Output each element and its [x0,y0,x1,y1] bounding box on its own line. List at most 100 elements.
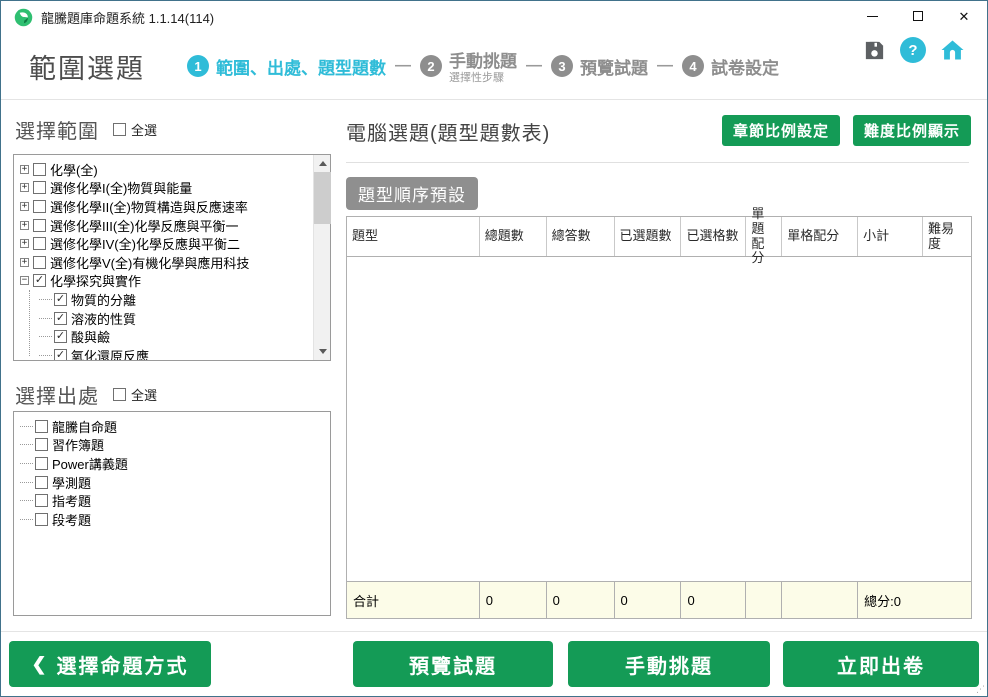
source-select-all-checkbox[interactable] [113,388,126,401]
list-item[interactable]: 龍騰自命題 [20,417,330,436]
tree-item[interactable]: + 化學(全) [20,160,330,179]
expand-minus-icon[interactable]: − [20,276,29,285]
column-header: 題型 [347,217,480,256]
list-checkbox[interactable] [35,494,48,507]
source-list: 龍騰自命題 習作簿題 Power講義題 學測題 指考題 段考題 [14,412,330,615]
tree-checkbox[interactable] [33,274,46,287]
tree-item-label: 化學探究與實作 [50,271,141,290]
tree-checkbox[interactable] [54,330,67,343]
tree-item[interactable]: +選修化學II(全)物質構造與反應速率 [20,197,330,216]
maximize-button[interactable] [895,1,941,31]
tree-checkbox[interactable] [33,181,46,194]
list-checkbox[interactable] [35,457,48,470]
help-glyph: ? [908,42,917,59]
step-dash: — [657,57,673,75]
minimize-button[interactable] [849,1,895,31]
tree-item[interactable]: 溶液的性質 [39,309,330,328]
step-1-circle: 1 [187,55,209,77]
tree-item-label: 物質的分離 [71,290,136,309]
expand-plus-icon[interactable]: + [20,183,29,192]
list-item[interactable]: Power講義題 [20,454,330,473]
step-1: 1 範圍、出處、題型題數 [187,54,386,79]
list-item[interactable]: 段考題 [20,510,330,529]
step-2: 2 手動挑題 選擇性步驟 [420,47,517,84]
generate-exam-button[interactable]: 立即出卷 [783,641,979,687]
tree-item-label: 選修化學III(全)化學反應與平衡一 [50,216,239,235]
step-4-label: 試卷設定 [711,54,779,79]
tree-checkbox[interactable] [54,293,67,306]
list-item[interactable]: 指考題 [20,491,330,510]
step-3-circle: 3 [551,55,573,77]
expand-plus-icon[interactable]: + [20,202,29,211]
difficulty-ratio-button[interactable]: 難度比例顯示 [853,115,971,146]
list-item-label: 龍騰自命題 [52,417,117,436]
manual-pick-button[interactable]: 手動挑題 [568,641,770,687]
tree-item-label: 化學(全) [50,160,98,179]
question-type-order-preset-button[interactable]: 題型順序預設 [346,177,478,210]
tree-checkbox[interactable] [33,163,46,176]
resize-grip[interactable]: ⋰ [976,685,984,693]
list-checkbox[interactable] [35,476,48,489]
range-section-title: 選擇範圍 [15,115,99,144]
tree-checkbox[interactable] [54,312,67,325]
range-select-all[interactable]: 全選 [113,120,157,139]
list-connector [20,463,33,464]
list-item[interactable]: 學測題 [20,473,330,492]
home-icon[interactable] [940,38,965,62]
help-icon[interactable]: ? [900,37,926,63]
maximize-icon [913,11,923,21]
list-checkbox[interactable] [35,438,48,451]
list-connector [20,426,33,427]
list-connector [20,500,33,501]
tree-item[interactable]: 氧化還原反應 [39,346,330,360]
scroll-up-icon[interactable] [314,155,331,172]
tree-checkbox[interactable] [54,349,67,360]
tree-item[interactable]: + 選修化學I(全)物質與能量 [20,179,330,198]
tree-checkbox[interactable] [33,219,46,232]
step-3-label: 預覽試題 [580,54,648,79]
source-select-all[interactable]: 全選 [113,385,157,404]
list-checkbox[interactable] [35,513,48,526]
scrollbar-thumb[interactable] [314,172,331,224]
close-button[interactable]: ✕ [941,1,987,31]
tree-checkbox[interactable] [33,237,46,250]
tree-item[interactable]: 物質的分離 [39,290,330,309]
tree-item[interactable]: + 選修化學III(全)化學反應與平衡一 [20,216,330,235]
tree-guide-line [29,290,30,356]
save-icon[interactable] [863,39,886,62]
back-to-method-button[interactable]: ❮ 選擇命題方式 [9,641,211,687]
list-item-label: 習作簿題 [52,435,104,454]
range-select-all-label: 全選 [131,120,157,139]
tree-item[interactable]: +選修化學IV(全)化學反應與平衡二 [20,234,330,253]
tree-item-label: 溶液的性質 [71,309,136,328]
tree-item-label: 選修化學I(全)物質與能量 [50,178,192,197]
footer-per-question-score [746,582,782,618]
list-checkbox[interactable] [35,420,48,433]
tree-checkbox[interactable] [33,256,46,269]
scroll-down-icon[interactable] [314,343,331,360]
expand-plus-icon[interactable]: + [20,221,29,230]
expand-plus-icon[interactable]: + [20,239,29,248]
tree-scrollbar[interactable] [313,155,330,360]
tree-item[interactable]: − 化學探究與實作 [20,272,330,291]
range-tree-box: + 化學(全) + 選修化學I(全)物質與能量 +選修化學II(全)物質構造與反應速… [13,154,331,361]
chapter-ratio-button[interactable]: 章節比例設定 [722,115,840,146]
range-select-all-checkbox[interactable] [113,123,126,136]
tree-item[interactable]: +選修化學V(全)有機化學與應用科技 [20,253,330,272]
minimize-icon [867,16,878,17]
expand-plus-icon[interactable]: + [20,165,29,174]
footer-total-questions: 0 [480,582,547,618]
list-connector [20,444,33,445]
step-2-label: 手動挑題 [449,47,517,72]
list-connector [20,519,33,520]
tree-item[interactable]: 酸與鹼 [39,327,330,346]
list-item[interactable]: 習作簿題 [20,436,330,455]
column-header: 已選題數 [615,217,682,256]
footer-total-score: 總分:0 [858,582,971,618]
close-icon: ✕ [959,10,970,23]
expand-plus-icon[interactable]: + [20,258,29,267]
back-button-label: 選擇命題方式 [57,650,189,679]
preview-questions-button[interactable]: 預覽試題 [353,641,553,687]
tree-item-label: 酸與鹼 [71,327,110,346]
tree-checkbox[interactable] [33,200,46,213]
